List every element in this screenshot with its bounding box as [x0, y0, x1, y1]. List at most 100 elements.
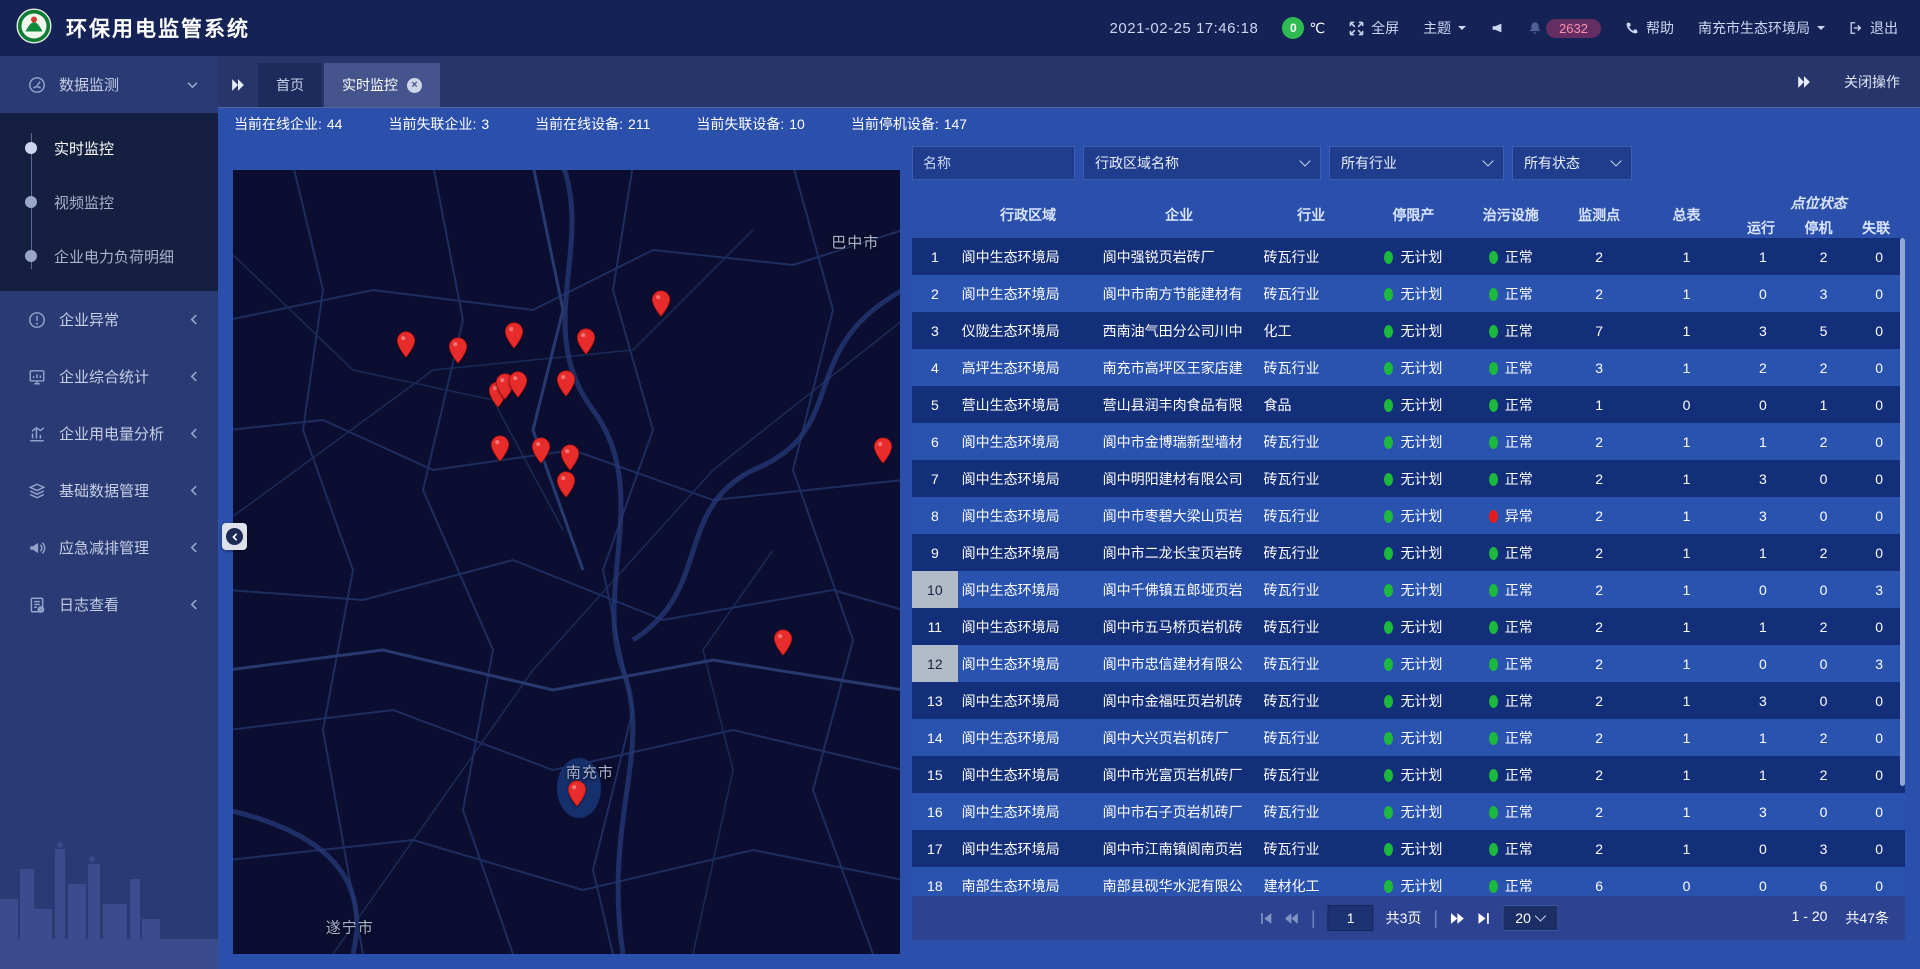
- brand: 环保用电监管系统: [16, 8, 250, 49]
- region-select[interactable]: 行政区域名称: [1083, 146, 1321, 180]
- previous-page-button[interactable]: [1284, 912, 1299, 925]
- sidebar-item-4[interactable]: 基础数据管理: [0, 462, 218, 519]
- theme-menu[interactable]: 主题: [1423, 18, 1466, 38]
- table-row[interactable]: 6阆中生态环境局阆中市金博瑞新型墙材砖瓦行业无计划正常21120: [912, 423, 1905, 460]
- cell-running: 3: [1732, 804, 1794, 820]
- row-number: 12: [912, 645, 958, 682]
- status-dot-icon: [1489, 806, 1498, 819]
- cell-enterprise: 阆中强锐页岩砖厂: [1099, 247, 1260, 267]
- table-row[interactable]: 15阆中生态环境局阆中市光富页岩机砖厂砖瓦行业无计划正常21120: [912, 756, 1905, 793]
- sidebar-item-6[interactable]: 日志查看: [0, 576, 218, 633]
- map-marker-pin[interactable]: [652, 290, 671, 317]
- sidebar-item-5[interactable]: 应急减排管理: [0, 519, 218, 576]
- sidebar-submenu: 实时监控视频监控企业电力负荷明细: [0, 113, 218, 291]
- table-row[interactable]: 12阆中生态环境局阆中市忠信建材有限公砖瓦行业无计划正常21003: [912, 645, 1905, 682]
- cell-monitor-points: 3: [1557, 360, 1640, 376]
- table-row[interactable]: 11阆中生态环境局阆中市五马桥页岩机砖砖瓦行业无计划正常21120: [912, 608, 1905, 645]
- cell-enterprise: 阆中市江南镇阆南页岩: [1099, 839, 1260, 859]
- map-panel[interactable]: 巴中市南充市遂宁市: [233, 170, 900, 954]
- sidebar-subitem-1[interactable]: 视频监控: [0, 175, 218, 229]
- cell-region: 阆中生态环境局: [958, 469, 1099, 489]
- map-marker-pin[interactable]: [774, 629, 793, 656]
- sidebar-collapse-button[interactable]: [222, 523, 247, 550]
- cell-lost: 0: [1853, 323, 1905, 339]
- table-row[interactable]: 7阆中生态环境局阆中明阳建材有限公司砖瓦行业无计划正常21300: [912, 460, 1905, 497]
- table-row[interactable]: 4高坪生态环境局南充市高坪区王家店建砖瓦行业无计划正常31220: [912, 349, 1905, 386]
- table-row[interactable]: 2阆中生态环境局阆中市南方节能建材有砖瓦行业无计划正常21030: [912, 275, 1905, 312]
- map-marker-pin[interactable]: [490, 435, 509, 462]
- table-row[interactable]: 13阆中生态环境局阆中市金福旺页岩机砖砖瓦行业无计划正常21300: [912, 682, 1905, 719]
- cell-running: 0: [1732, 582, 1794, 598]
- phone-icon: [1625, 21, 1639, 35]
- cell-region: 营山生态环境局: [958, 395, 1099, 415]
- table-row[interactable]: 3仪陇生态环境局西南油气田分公司川中化工无计划正常71350: [912, 312, 1905, 349]
- table-scrollbar[interactable]: [1900, 238, 1905, 786]
- tab-0[interactable]: 首页: [258, 63, 322, 107]
- cell-halted: 2: [1794, 619, 1854, 635]
- name-search-input[interactable]: [912, 146, 1075, 180]
- table-row[interactable]: 14阆中生态环境局阆中大兴页岩机砖厂砖瓦行业无计划正常21120: [912, 719, 1905, 756]
- notifications-button[interactable]: 2632: [1528, 19, 1601, 38]
- status-dot-icon: [1489, 251, 1498, 264]
- map-marker-pin[interactable]: [556, 471, 575, 498]
- map-marker-pin[interactable]: [396, 331, 415, 358]
- page-number-input[interactable]: [1328, 905, 1374, 931]
- next-page-button[interactable]: [1450, 912, 1465, 925]
- tab-1[interactable]: 实时监控×: [324, 63, 440, 107]
- logout-button[interactable]: 退出: [1849, 18, 1898, 38]
- pagination-controls: | 共3页 | 20: [1259, 905, 1558, 931]
- org-menu[interactable]: 南充市生态环境局: [1698, 18, 1825, 38]
- map-marker-pin[interactable]: [504, 322, 523, 349]
- table-row[interactable]: 8阆中生态环境局阆中市枣碧大梁山页岩砖瓦行业无计划异常21300: [912, 497, 1905, 534]
- map-marker-pin[interactable]: [448, 337, 467, 364]
- map-marker-pin[interactable]: [568, 780, 587, 807]
- column-header-4: 治污设施: [1464, 205, 1557, 225]
- help-button[interactable]: 帮助: [1625, 18, 1674, 38]
- row-number: 8: [912, 497, 958, 534]
- sidebar-item-0[interactable]: 数据监测: [0, 56, 218, 113]
- sidebar-subitem-2[interactable]: 企业电力负荷明细: [0, 229, 218, 283]
- mute-button[interactable]: [1490, 21, 1504, 35]
- sidebar-item-2[interactable]: 企业综合统计: [0, 348, 218, 405]
- table-row[interactable]: 9阆中生态环境局阆中市二龙长宝页岩砖砖瓦行业无计划正常21120: [912, 534, 1905, 571]
- tabs-scroll-left-button[interactable]: [218, 63, 258, 107]
- tab-label: 首页: [276, 75, 304, 95]
- page-size-select[interactable]: 20: [1502, 905, 1558, 931]
- cell-total-meter: 1: [1641, 656, 1732, 672]
- bullet-dot-icon: [25, 196, 37, 208]
- map-marker-pin[interactable]: [560, 444, 579, 471]
- fullscreen-button[interactable]: 全屏: [1349, 18, 1399, 38]
- cell-running: 0: [1732, 397, 1794, 413]
- tabs-scroll-right-button[interactable]: [1784, 60, 1824, 104]
- cell-total-meter: 1: [1641, 582, 1732, 598]
- table-row[interactable]: 10阆中生态环境局阆中千佛镇五郎垭页岩砖瓦行业无计划正常21003: [912, 571, 1905, 608]
- tab-close-icon[interactable]: ×: [407, 78, 422, 93]
- cell-industry: 砖瓦行业: [1260, 432, 1363, 452]
- first-page-button[interactable]: [1259, 912, 1272, 925]
- cell-enterprise: 阆中千佛镇五郎垭页岩: [1099, 580, 1260, 600]
- cell-monitor-points: 2: [1557, 508, 1640, 524]
- map-marker-pin[interactable]: [576, 328, 595, 355]
- row-number: 13: [912, 682, 958, 719]
- close-operations-button[interactable]: 关闭操作: [1844, 72, 1900, 92]
- last-page-button[interactable]: [1477, 912, 1490, 925]
- table-row[interactable]: 16阆中生态环境局阆中市石子页岩机砖厂砖瓦行业无计划正常21300: [912, 793, 1905, 830]
- industry-select[interactable]: 所有行业: [1329, 146, 1504, 180]
- cell-halted: 0: [1794, 582, 1854, 598]
- status-select[interactable]: 所有状态: [1512, 146, 1632, 180]
- table-row[interactable]: 18南部生态环境局南部县砚华水泥有限公建材化工无计划正常60060: [912, 867, 1905, 896]
- map-marker-pin[interactable]: [508, 371, 527, 398]
- cell-industry: 砖瓦行业: [1260, 284, 1363, 304]
- table-row[interactable]: 17阆中生态环境局阆中市江南镇阆南页岩砖瓦行业无计划正常21030: [912, 830, 1905, 867]
- chevron-left-icon: [190, 428, 198, 439]
- status-dot-icon: [1384, 695, 1393, 708]
- sidebar-subitem-0[interactable]: 实时监控: [0, 121, 218, 175]
- sidebar-item-3[interactable]: 企业用电量分析: [0, 405, 218, 462]
- map-marker-pin[interactable]: [532, 437, 551, 464]
- table-row[interactable]: 1阆中生态环境局阆中强锐页岩砖厂砖瓦行业无计划正常21120: [912, 238, 1905, 275]
- cell-facility: 正常: [1464, 654, 1557, 674]
- table-row[interactable]: 5营山生态环境局营山县润丰肉食品有限食品无计划正常10010: [912, 386, 1905, 423]
- map-marker-pin[interactable]: [874, 437, 893, 464]
- map-marker-pin[interactable]: [556, 370, 575, 397]
- sidebar-item-1[interactable]: 企业异常: [0, 291, 218, 348]
